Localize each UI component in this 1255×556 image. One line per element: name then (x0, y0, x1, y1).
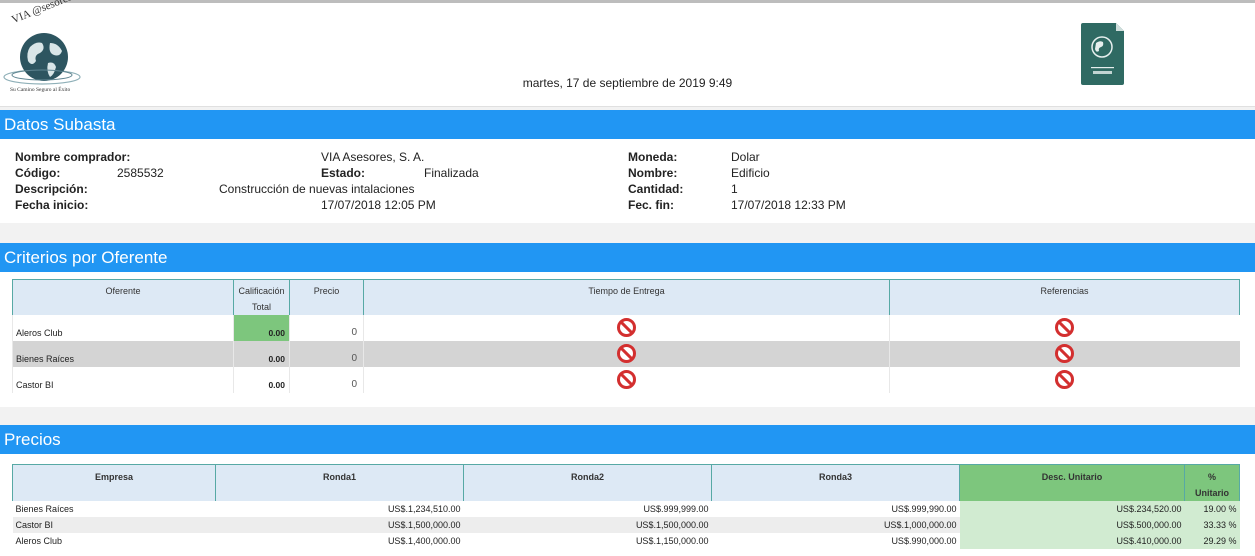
referencias-cell (889, 341, 1240, 367)
desc-unitario-value: US$.410,000.00 (959, 533, 1185, 549)
ronda2-value: US$.1,500,000.00 (463, 517, 712, 533)
estado-label: Estado: (321, 166, 366, 180)
nombre-label: Nombre: (628, 166, 678, 180)
moneda-value: Dolar (731, 150, 760, 164)
descripcion-label: Descripción: (15, 182, 88, 196)
section-precios: Precios (0, 425, 1255, 454)
cantidad-label: Cantidad: (628, 182, 684, 196)
nombre-comprador-label: Nombre comprador: (15, 150, 131, 164)
certification-badge-icon (1081, 23, 1124, 85)
ronda1-value: US$.1,400,000.00 (387, 536, 461, 546)
datos-subasta-panel: Nombre comprador: VIA Asesores, S. A. Có… (0, 139, 1255, 223)
tiempo-entrega-cell (363, 315, 890, 341)
table-row: Castor BI US$.1,500,000.00 US$.1,500,000… (12, 517, 1240, 533)
desc-unitario-value: US$.234,520.00 (959, 501, 1185, 517)
precios-table: Empresa Ronda1 Ronda2 Ronda3 Desc. Unita… (12, 464, 1240, 549)
col-calificacion-total: Calificación Total (233, 279, 290, 315)
table-row: Bienes Raíces 0.00 0 (12, 341, 1240, 367)
tiempo-entrega-cell (363, 341, 890, 367)
section-datos-subasta: Datos Subasta (0, 110, 1255, 139)
col-ronda3: Ronda3 (711, 464, 960, 501)
empresa-name: Aleros Club (15, 536, 63, 546)
precio-score: 0 (289, 341, 364, 367)
no-entry-icon (1055, 317, 1075, 337)
col-ronda1: Ronda1 (215, 464, 464, 501)
table-row: Aleros Club 0.00 0 (12, 315, 1240, 341)
no-entry-icon (617, 343, 636, 363)
fecha-inicio-value: 17/07/2018 12:05 PM (321, 198, 436, 212)
fecha-inicio-label: Fecha inicio: (15, 198, 89, 212)
estado-value: Finalizada (424, 166, 479, 180)
col-total-label: Total (251, 302, 271, 312)
tiempo-entrega-cell (363, 367, 890, 393)
col-oferente: Oferente (12, 279, 234, 315)
oferente-name: Bienes Raíces (12, 341, 234, 367)
no-entry-icon (617, 369, 636, 389)
moneda-label: Moneda: (628, 150, 678, 164)
pct-unitario-value: 29.29 % (1184, 533, 1240, 549)
ronda2-value: US$.999,999.00 (643, 504, 709, 514)
ronda1-value: US$.1,500,000.00 (215, 517, 464, 533)
no-entry-icon (1055, 369, 1075, 389)
cantidad-value: 1 (731, 182, 738, 196)
precios-header-row: Empresa Ronda1 Ronda2 Ronda3 Desc. Unita… (12, 464, 1240, 501)
col-precio: Precio (289, 279, 364, 315)
col-porcentaje-unitario: % Unitario (1184, 464, 1240, 501)
nombre-comprador-value: VIA Asesores, S. A. (321, 150, 425, 164)
current-datetime: martes, 17 de septiembre de 2019 9:49 (522, 76, 733, 90)
criterios-table: Oferente Calificación Total Precio Tiemp… (12, 279, 1240, 393)
col-referencias: Referencias (889, 279, 1240, 315)
precio-score: 0 (289, 367, 364, 393)
no-entry-icon (617, 317, 636, 337)
table-row: Bienes Raíces US$.1,234,510.00 US$.999,9… (13, 501, 1240, 517)
col-tiempo-entrega: Tiempo de Entrega (363, 279, 890, 315)
referencias-cell (889, 367, 1240, 393)
calificacion-total: 0.00 (233, 367, 290, 393)
calificacion-total: 0.00 (233, 341, 290, 367)
ronda3-value: US$.999,990.00 (891, 504, 957, 514)
col-desc-unitario: Desc. Unitario (959, 464, 1185, 501)
ronda3-value: US$.1,000,000.00 (711, 517, 960, 533)
desc-unitario-value: US$.500,000.00 (959, 517, 1185, 533)
empresa-name: Castor BI (12, 517, 216, 533)
col-calificacion-label: Calificación (238, 286, 285, 296)
codigo-label: Código: (15, 166, 61, 180)
table-row: Aleros Club US$.1,400,000.00 US$.1,150,0… (13, 533, 1240, 549)
pct-unitario-value: 33.33 % (1184, 517, 1240, 533)
oferente-name: Castor BI (12, 367, 234, 393)
descripcion-value: Construcción de nuevas intalaciones (219, 182, 415, 196)
table-row: Castor BI 0.00 0 (12, 367, 1240, 393)
fec-fin-label: Fec. fin: (628, 198, 675, 212)
ronda1-value: US$.1,234,510.00 (387, 504, 461, 514)
calificacion-total: 0.00 (233, 315, 290, 341)
certification-badge (1081, 23, 1124, 85)
col-pct-unitario-label: Unitario (1194, 488, 1229, 498)
nombre-value: Edificio (731, 166, 770, 180)
fec-fin-value: 17/07/2018 12:33 PM (731, 198, 846, 212)
col-ronda2: Ronda2 (463, 464, 712, 501)
ronda3-value: US$.990,000.00 (891, 536, 957, 546)
codigo-value: 2585532 (117, 166, 164, 180)
section-criterios-oferente: Criterios por Oferente (0, 243, 1255, 272)
oferente-name: Aleros Club (12, 315, 234, 341)
pct-unitario-value: 19.00 % (1184, 501, 1240, 517)
referencias-cell (889, 315, 1240, 341)
col-pct-symbol: % (1207, 472, 1216, 482)
criterios-header-row: Oferente Calificación Total Precio Tiemp… (12, 279, 1240, 315)
page-header: VIA @sesores S.A. Su Camino Seguro al Éx… (0, 0, 1255, 107)
no-entry-icon (1055, 343, 1075, 363)
precio-score: 0 (289, 315, 364, 341)
empresa-name: Bienes Raíces (15, 504, 74, 514)
ronda2-value: US$.1,150,000.00 (635, 536, 709, 546)
col-empresa: Empresa (12, 464, 216, 501)
